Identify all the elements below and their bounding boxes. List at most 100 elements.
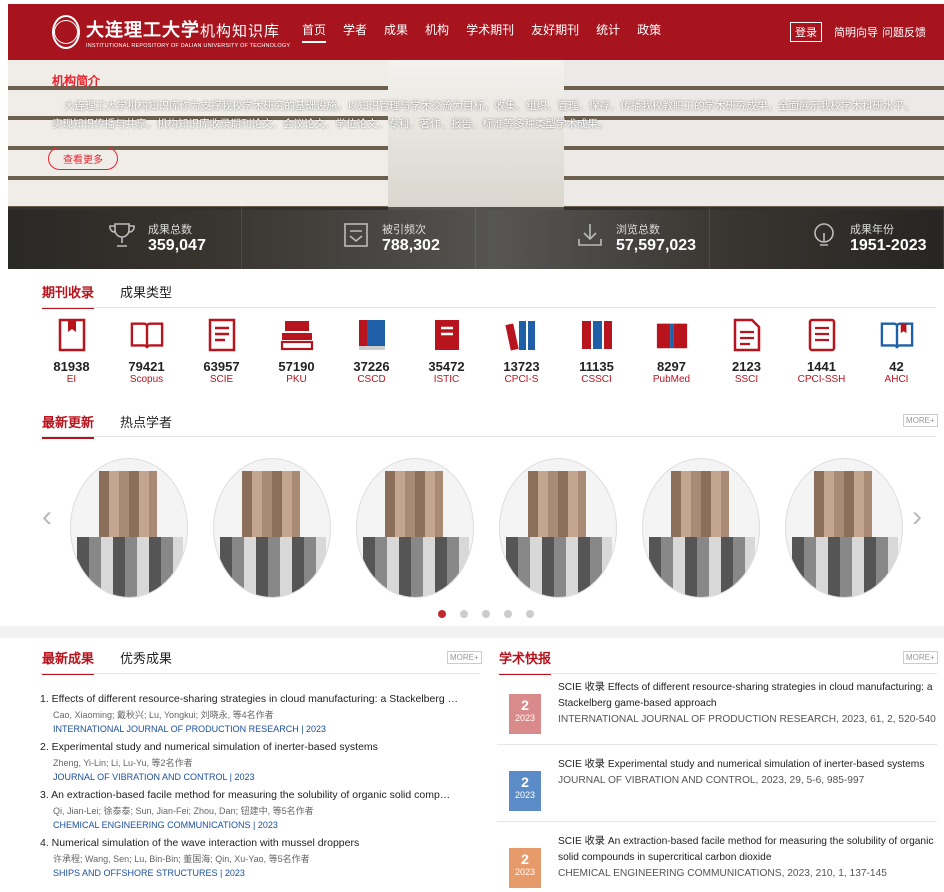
scholar-avatar[interactable] [213, 458, 331, 598]
nav-policy[interactable]: 政策 [637, 21, 661, 43]
nav-statistics[interactable]: 统计 [596, 21, 620, 43]
result-authors: Cao, Xiaoming; 戴秋兴; Lu, Yongkui; 刘晓永, 等4… [53, 710, 274, 720]
flash-title[interactable]: SCIE 收录 Experimental study and numerical… [558, 759, 924, 770]
index-cpci-ssh[interactable]: 1441 CPCI-SSH [784, 318, 859, 385]
flash-list: 2 2023 SCIE 收录 Effects of different resou… [497, 680, 937, 892]
results-more-button[interactable]: MORE+ [447, 651, 482, 664]
tab-journal-indexes[interactable]: 期刊收录 [42, 282, 95, 309]
lightbulb-icon [808, 221, 840, 251]
scholar-avatar[interactable] [785, 458, 903, 598]
carousel-dot[interactable] [482, 610, 490, 618]
stat-years[interactable]: 成果年份 1951-2023 [710, 207, 944, 269]
intro-more-button[interactable]: 查看更多 [48, 147, 118, 170]
index-count: 2123 [732, 359, 761, 374]
carousel-dot[interactable] [504, 610, 512, 618]
login-button[interactable]: 登录 [790, 22, 822, 42]
bookmark-book-icon [55, 318, 89, 352]
carousel-dot[interactable] [526, 610, 534, 618]
index-tabs: 期刊收录 成果类型 [42, 282, 198, 309]
scholar-avatar[interactable] [499, 458, 617, 598]
divider [42, 436, 936, 437]
stat-value: 1951-2023 [850, 237, 927, 254]
list-item: 2. Experimental study and numerical simu… [40, 741, 480, 782]
book-stack-icon [280, 318, 314, 352]
stat-citations[interactable]: 被引频次 788,302 [242, 207, 476, 269]
tab-output-types[interactable]: 成果类型 [120, 282, 172, 309]
index-cpci-s[interactable]: 13723 CPCI-S [484, 318, 559, 385]
index-cscd[interactable]: 37226 CSCD [334, 318, 409, 385]
trophy-icon [106, 221, 138, 251]
guide-link[interactable]: 简明向导 [834, 24, 878, 40]
result-title[interactable]: 1. Effects of different resource-sharing… [40, 693, 480, 705]
nav-journals[interactable]: 学术期刊 [466, 21, 514, 43]
tab-excellent-results[interactable]: 优秀成果 [120, 648, 172, 675]
tab-latest-updates[interactable]: 最新更新 [42, 412, 95, 439]
date-badge: 2 2023 [509, 694, 541, 734]
index-scopus[interactable]: 79421 Scopus [109, 318, 184, 385]
nav-institutions[interactable]: 机构 [425, 21, 449, 43]
index-name: EI [66, 374, 77, 385]
index-ssci[interactable]: 2123 SSCI [709, 318, 784, 385]
result-title[interactable]: 2. Experimental study and numerical simu… [40, 741, 480, 753]
carousel-dot[interactable] [438, 610, 446, 618]
stat-label: 浏览总数 [616, 224, 660, 236]
main-nav: 首页 学者 成果 机构 学术期刊 友好期刊 统计 政策 [302, 21, 678, 43]
tab-latest-results[interactable]: 最新成果 [42, 648, 95, 675]
list-document-icon [805, 318, 839, 352]
stat-outputs[interactable]: 成果总数 359,047 [8, 207, 242, 269]
divider [40, 673, 480, 674]
logo[interactable]: 大连理工大学机构知识库 INSTITUTIONAL REPOSITORY OF … [52, 15, 290, 49]
result-journal[interactable]: CHEMICAL ENGINEERING COMMUNICATIONS | 20… [53, 820, 480, 830]
index-scie[interactable]: 63957 SCIE [184, 318, 259, 385]
citation-icon [340, 221, 372, 251]
flash-more-button[interactable]: MORE+ [903, 651, 938, 664]
index-cssci[interactable]: 11135 CSSCI [559, 318, 634, 385]
result-title[interactable]: 3. An extraction-based facile method for… [40, 789, 480, 801]
tab-academic-flash[interactable]: 学术快报 [499, 648, 552, 675]
open-book-bookmark-icon [880, 318, 914, 352]
date-badge: 2 2023 [509, 771, 541, 811]
index-istic[interactable]: 35472 ISTIC [409, 318, 484, 385]
list-item: 4. Numerical simulation of the wave inte… [40, 837, 480, 878]
result-authors: 许承程; Wang, Sen; Lu, Bin-Bin; 董国海; Qin, X… [53, 854, 310, 864]
nav-home[interactable]: 首页 [302, 21, 327, 43]
result-journal[interactable]: JOURNAL OF VIBRATION AND CONTROL | 2023 [53, 772, 480, 782]
carousel-dot[interactable] [460, 610, 468, 618]
document-icon [205, 318, 239, 352]
result-journal[interactable]: INTERNATIONAL JOURNAL OF PRODUCTION RESE… [53, 724, 480, 734]
list-item[interactable]: 2 2023 SCIE 收录 Experimental study and num… [497, 757, 937, 822]
index-pubmed[interactable]: 8297 PubMed [634, 318, 709, 385]
index-pku[interactable]: 57190 PKU [259, 318, 334, 385]
nav-outputs[interactable]: 成果 [384, 21, 408, 43]
result-title[interactable]: 4. Numerical simulation of the wave inte… [40, 837, 480, 849]
scholar-avatar[interactable] [70, 458, 188, 598]
list-item[interactable]: 2 2023 SCIE 收录 Effects of different resou… [497, 680, 937, 745]
index-name: ISTIC [433, 374, 460, 385]
index-name: CSSCI [581, 374, 612, 385]
flash-journal: CHEMICAL ENGINEERING COMMUNICATIONS, 202… [558, 868, 887, 879]
flash-title[interactable]: SCIE 收录 An extraction-based facile metho… [558, 836, 933, 863]
index-count: 79421 [128, 359, 165, 374]
stat-value: 359,047 [148, 237, 206, 254]
index-name: Scopus [129, 374, 164, 385]
tab-hot-scholars[interactable]: 热点学者 [120, 412, 172, 439]
results-list: 1. Effects of different resource-sharing… [40, 693, 480, 885]
scholar-avatar[interactable] [642, 458, 760, 598]
nav-scholars[interactable]: 学者 [343, 21, 367, 43]
nav-friendly-journals[interactable]: 友好期刊 [531, 21, 579, 43]
chevron-right-icon[interactable]: › [912, 500, 922, 534]
scholar-avatar[interactable] [356, 458, 474, 598]
scholars-more-button[interactable]: MORE+ [903, 414, 938, 427]
university-seal-icon [52, 15, 80, 49]
index-name: PubMed [652, 374, 691, 385]
index-count: 57190 [278, 359, 315, 374]
list-item[interactable]: 2 2023 SCIE 收录 An extraction-based facile… [497, 834, 937, 892]
result-authors: Zheng, Yi-Lin; Li, Lu-Yu, 等2名作者 [53, 758, 193, 768]
result-journal[interactable]: SHIPS AND OFFSHORE STRUCTURES | 2023 [53, 868, 480, 878]
index-ahci[interactable]: 42 AHCI [859, 318, 934, 385]
index-ei[interactable]: 81938 EI [34, 318, 109, 385]
flash-title[interactable]: SCIE 收录 Effects of different resource-sh… [558, 682, 932, 709]
feedback-link[interactable]: 问题反馈 [882, 24, 926, 40]
stat-views[interactable]: 浏览总数 57,597,023 [476, 207, 710, 269]
chevron-left-icon[interactable]: ‹ [42, 500, 52, 534]
